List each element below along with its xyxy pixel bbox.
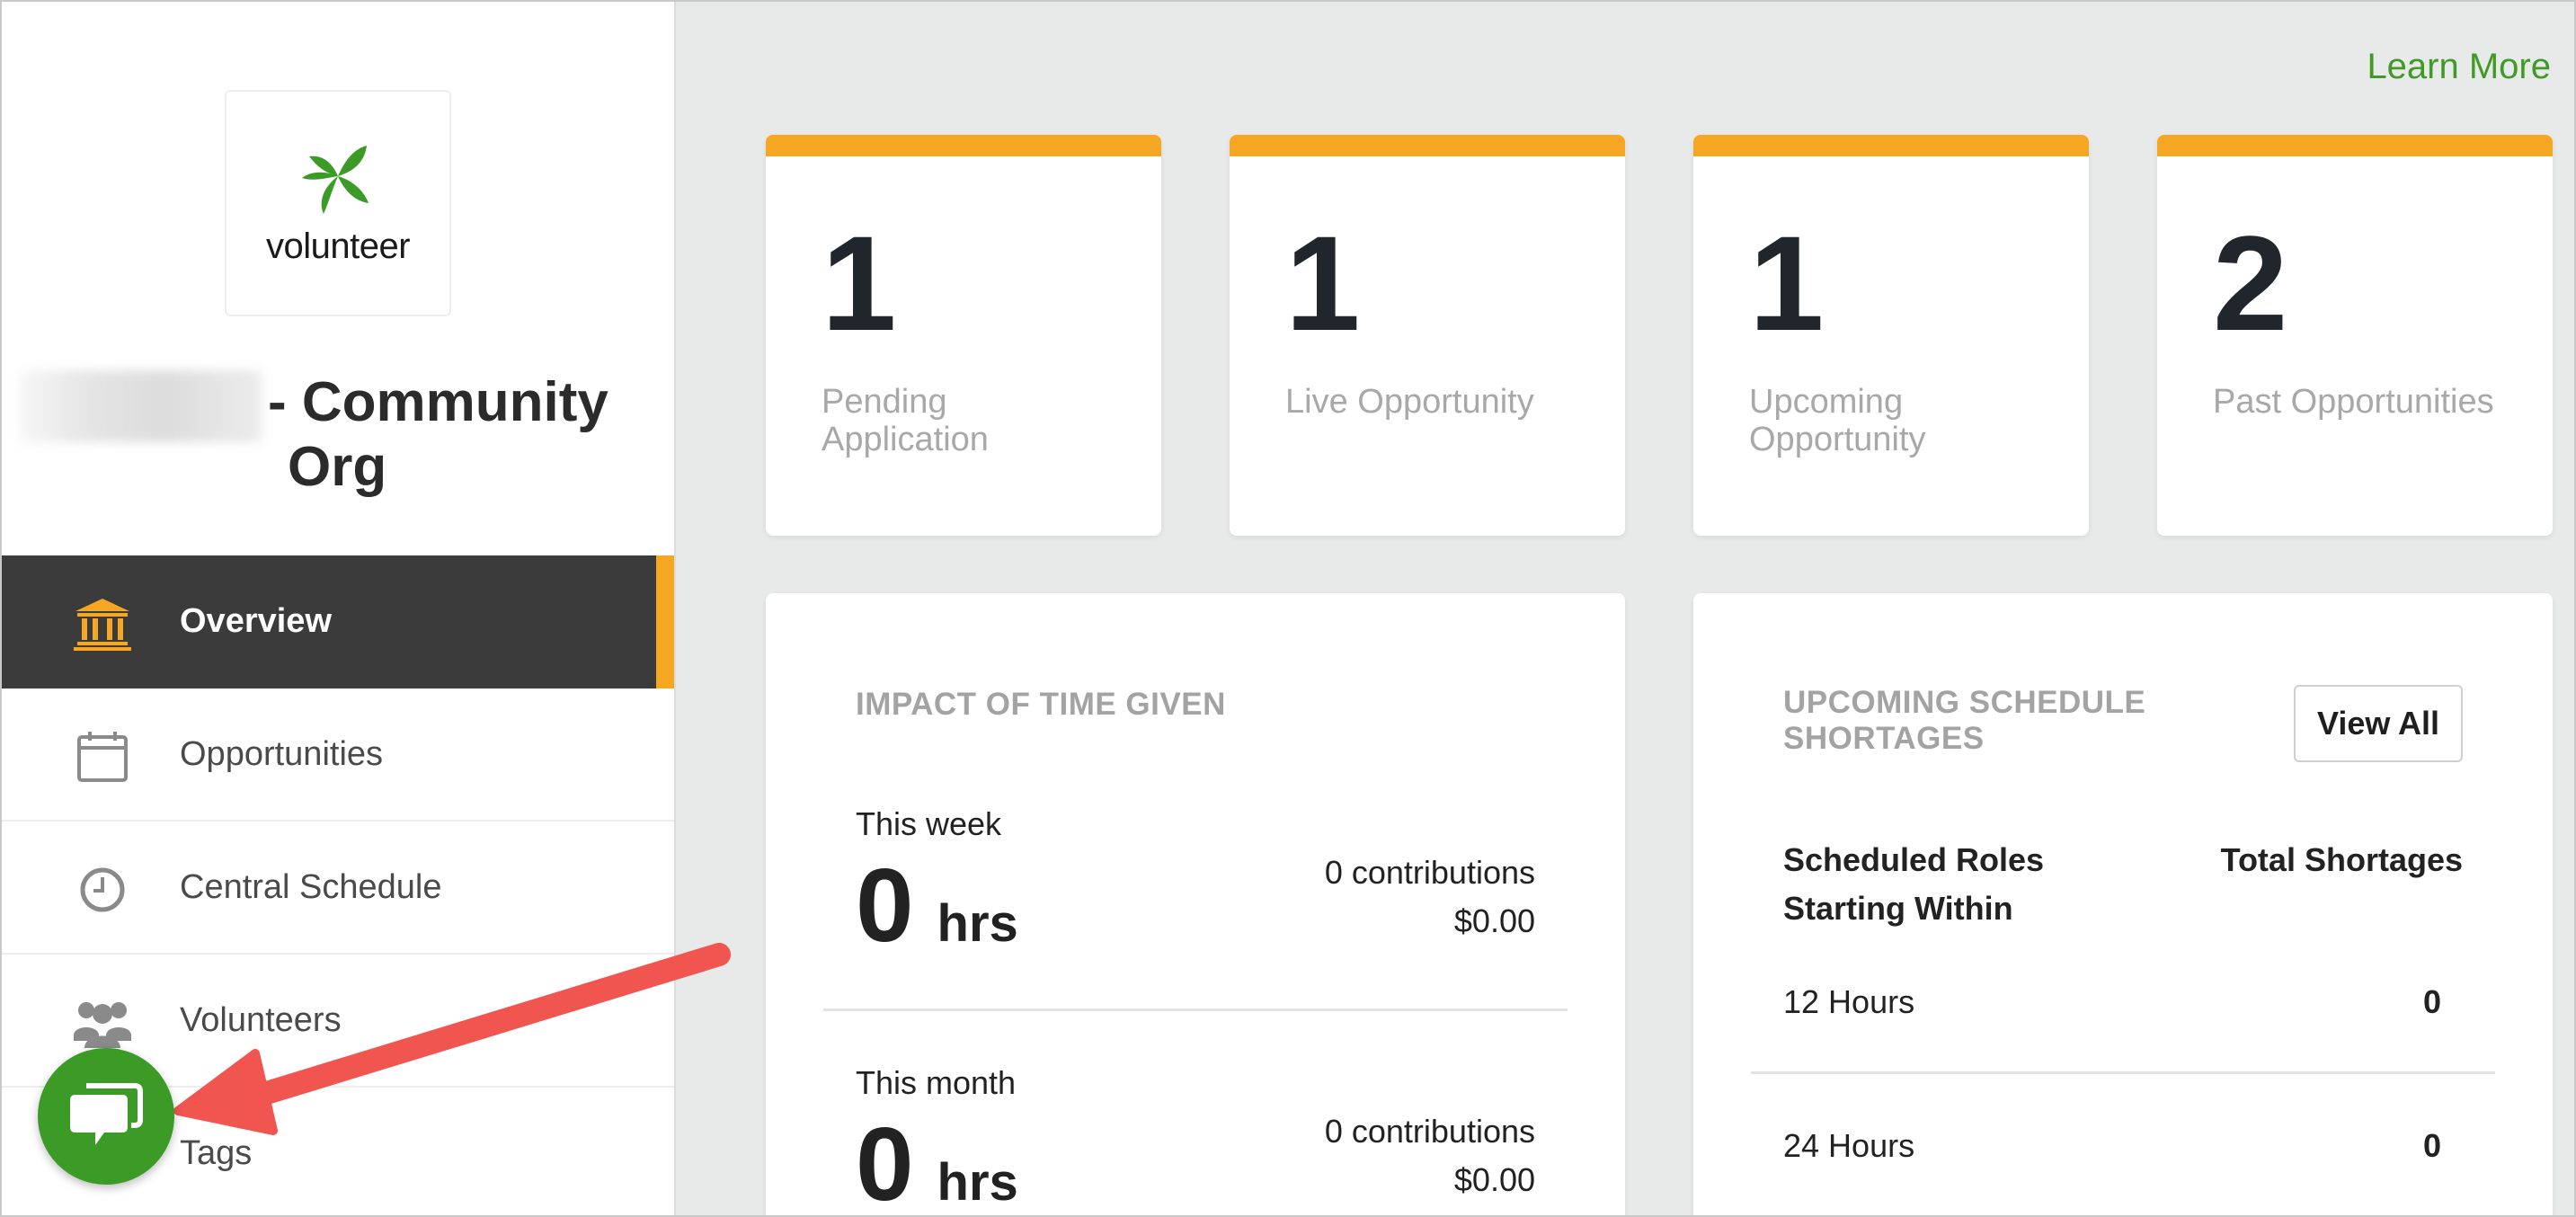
sidebar: volunteer - Community Org Overview Oppor… xyxy=(2,2,676,1215)
impact-hours-unit: hrs xyxy=(937,1153,1018,1212)
org-name-redacted xyxy=(20,370,262,442)
schedule-shortages-panel: UPCOMING SCHEDULE SHORTAGES View All Sch… xyxy=(1693,593,2553,1215)
impact-summary: 0 contributions $0.00 xyxy=(1325,848,1535,946)
shortage-window: 12 Hours xyxy=(1783,983,1915,1020)
impact-amount: $0.00 xyxy=(1453,902,1535,939)
sidebar-item-opportunities[interactable]: Opportunities xyxy=(2,688,674,822)
stat-card-past-opportunities[interactable]: 2 Past Opportunities xyxy=(2157,135,2553,536)
impact-amount: $0.00 xyxy=(1453,1161,1535,1198)
calendar-icon xyxy=(77,732,128,782)
impact-panel: IMPACT OF TIME GIVEN This week 0 hrs 0 co… xyxy=(766,593,1625,1217)
clock-icon xyxy=(80,867,125,912)
card-accent-bar xyxy=(1693,135,2089,156)
org-title-line1: - Community xyxy=(268,371,608,433)
sidebar-item-label: Overview xyxy=(180,602,332,640)
impact-hours-value: 0 xyxy=(856,1106,914,1217)
shortages-title: UPCOMING SCHEDULE SHORTAGES xyxy=(1783,685,2145,757)
stat-value: 1 xyxy=(822,208,897,359)
stat-label: Live Opportunity xyxy=(1285,383,1534,421)
shortage-count: 0 xyxy=(2422,1127,2441,1164)
impact-hours-unit: hrs xyxy=(937,894,1018,953)
chat-launcher-button[interactable] xyxy=(38,1048,174,1185)
stat-value: 2 xyxy=(2213,208,2288,359)
view-all-button[interactable]: View All xyxy=(2294,685,2463,762)
stat-card-live-opportunity[interactable]: 1 Live Opportunity xyxy=(1230,135,1625,536)
sidebar-item-label: Tags xyxy=(180,1134,253,1172)
impact-hours: 0 hrs xyxy=(856,845,1018,965)
card-accent-bar xyxy=(2157,135,2553,156)
shortages-title-line1: UPCOMING SCHEDULE xyxy=(1783,685,2146,720)
sidebar-item-label: Volunteers xyxy=(180,1001,342,1039)
stat-label: Upcoming Opportunity xyxy=(1749,383,1926,458)
sidebar-item-label: Opportunities xyxy=(180,735,384,773)
sidebar-item-label: Central Schedule xyxy=(180,868,442,906)
impact-contributions: 0 contributions xyxy=(1324,1113,1535,1150)
chat-bubble-icon xyxy=(70,1083,143,1145)
impact-contributions: 0 contributions xyxy=(1324,854,1535,891)
app-frame: volunteer - Community Org Overview Oppor… xyxy=(0,0,2576,1217)
stat-value: 1 xyxy=(1285,208,1361,359)
org-title-line2: Org xyxy=(288,436,387,498)
col-header-roles-line1: Scheduled Roles xyxy=(1783,841,2045,878)
volunteer-logo-icon xyxy=(302,146,369,214)
stat-value: 1 xyxy=(1749,208,1825,359)
logo-text: volunteer xyxy=(265,227,411,266)
impact-title: IMPACT OF TIME GIVEN xyxy=(856,687,1226,722)
impact-period-label: This week xyxy=(856,805,1002,842)
impact-summary: 0 contributions $0.00 xyxy=(1325,1107,1535,1204)
col-header-roles: Scheduled Roles Starting Within xyxy=(1783,836,2044,933)
impact-period-label: This month xyxy=(856,1064,1017,1101)
people-icon xyxy=(74,1002,131,1048)
stat-label: Past Opportunities xyxy=(2213,383,2494,421)
shortage-count: 0 xyxy=(2422,983,2441,1020)
card-accent-bar xyxy=(766,135,1161,156)
impact-hours: 0 hrs xyxy=(856,1104,1018,1217)
card-accent-bar xyxy=(1230,135,1625,156)
impact-divider xyxy=(823,1008,1568,1011)
impact-hours-value: 0 xyxy=(856,847,914,964)
col-header-shortages: Total Shortages xyxy=(2220,841,2463,878)
brand-logo[interactable]: volunteer xyxy=(225,90,451,316)
stat-card-pending-application[interactable]: 1 Pending Application xyxy=(766,135,1161,536)
shortages-title-line2: SHORTAGES xyxy=(1783,721,1985,756)
learn-more-link[interactable]: Learn More xyxy=(2367,47,2551,87)
stat-label: Pending Application xyxy=(822,383,989,458)
sidebar-item-central-schedule[interactable]: Central Schedule xyxy=(2,822,674,955)
col-header-roles-line2: Starting Within xyxy=(1783,890,2013,927)
stat-card-upcoming-opportunity[interactable]: 1 Upcoming Opportunity xyxy=(1693,135,2089,536)
shortage-window: 24 Hours xyxy=(1783,1127,1915,1164)
shortage-divider xyxy=(1751,1071,2495,1074)
sidebar-item-overview[interactable]: Overview xyxy=(2,555,674,688)
org-title: - Community Org xyxy=(268,370,645,500)
bank-icon xyxy=(74,599,131,651)
